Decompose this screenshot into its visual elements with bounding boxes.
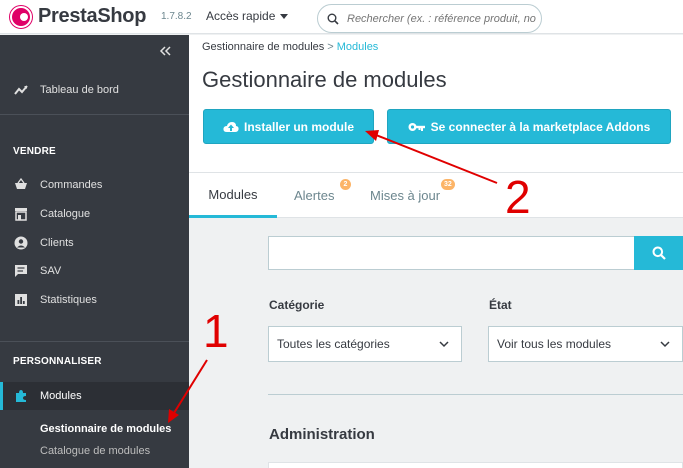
module-search-input[interactable]	[268, 236, 634, 270]
section-sell: VENDRE	[13, 146, 56, 157]
version-label: 1.7.8.2	[161, 11, 192, 22]
trending-up-icon	[14, 85, 28, 95]
sidebar-item-customers[interactable]: Clients	[0, 231, 189, 255]
module-search-button[interactable]	[634, 236, 683, 270]
sidebar-item-modules[interactable]: Modules	[0, 382, 189, 410]
search-icon	[652, 246, 666, 260]
updates-count-badge: 32	[441, 179, 455, 190]
logo[interactable]: PrestaShop	[10, 5, 146, 28]
state-select-value: Voir tous les modules	[497, 337, 612, 351]
app-window: PrestaShop 1.7.8.2 Accès rapide Tableau …	[0, 0, 683, 468]
category-select-value: Toutes les catégories	[277, 337, 390, 351]
quick-access-label: Accès rapide	[206, 9, 276, 23]
sidebar-item-orders[interactable]: Commandes	[0, 173, 189, 197]
state-select[interactable]: Voir tous les modules	[488, 326, 683, 362]
tab-modules[interactable]: Modules	[189, 173, 277, 218]
cart-icon	[15, 178, 27, 189]
category-label: Catégorie	[269, 298, 325, 312]
sidebar-subitem-module-manager[interactable]: Gestionnaire de modules	[40, 423, 171, 435]
breadcrumb: Gestionnaire de modules > Modules	[202, 41, 378, 53]
sidebar-item-stats[interactable]: Statistiques	[0, 288, 189, 312]
connect-addons-button[interactable]: Se connecter à la marketplace Addons	[387, 109, 671, 144]
sidebar-item-sav[interactable]: SAV	[0, 259, 189, 283]
puzzle-icon	[16, 390, 26, 402]
sidebar-item-label: Clients	[40, 237, 74, 249]
install-module-button[interactable]: Installer un module	[203, 109, 374, 144]
tab-label: Modules	[208, 186, 258, 202]
tab-alerts[interactable]: Alertes 2	[294, 173, 351, 218]
chevron-down-icon	[439, 341, 449, 348]
user-icon	[14, 236, 28, 250]
search-input[interactable]	[347, 12, 537, 25]
tabs-bar: Modules Alertes 2 Mises à jour 32	[189, 172, 683, 218]
key-icon	[408, 122, 425, 131]
connect-addons-label: Se connecter à la marketplace Addons	[430, 119, 651, 134]
section-title-administration: Administration	[269, 426, 375, 443]
tab-label: Alertes	[294, 188, 335, 203]
alerts-count-badge: 2	[340, 179, 351, 190]
prestashop-logo-icon	[10, 5, 32, 28]
state-label: État	[489, 298, 512, 312]
sidebar-item-label: Statistiques	[40, 294, 97, 306]
breadcrumb-separator: >	[327, 41, 334, 53]
sidebar-item-label: Commandes	[40, 179, 103, 191]
top-bar: PrestaShop 1.7.8.2 Accès rapide	[0, 0, 683, 34]
collapse-menu-icon[interactable]	[158, 45, 172, 57]
category-select[interactable]: Toutes les catégories	[268, 326, 462, 362]
sidebar-item-dashboard[interactable]: Tableau de bord	[0, 78, 189, 102]
page-header: Gestionnaire de modules > Modules Gestionn…	[189, 35, 683, 172]
sidebar-subitem-module-catalog[interactable]: Catalogue de modules	[40, 445, 150, 457]
search-box[interactable]	[317, 4, 542, 33]
tab-updates[interactable]: Mises à jour 32	[370, 173, 455, 218]
module-card	[268, 462, 683, 468]
divider	[0, 114, 189, 115]
sidebar-item-label: Modules	[40, 390, 82, 402]
divider	[0, 341, 189, 342]
breadcrumb-parent[interactable]: Gestionnaire de modules	[202, 41, 324, 53]
chevron-down-icon	[660, 341, 670, 348]
breadcrumb-current[interactable]: Modules	[337, 41, 379, 53]
chart-icon	[15, 294, 27, 306]
sidebar-item-label: Catalogue	[40, 208, 91, 220]
cloud-upload-icon	[223, 121, 239, 132]
tab-label: Mises à jour	[370, 188, 441, 203]
chat-icon	[15, 265, 27, 277]
section-customize: PERSONNALISER	[13, 356, 102, 367]
quick-access-dropdown[interactable]: Accès rapide	[206, 9, 289, 23]
store-icon	[15, 208, 27, 221]
search-icon	[327, 13, 339, 25]
annotation-number-1: 1	[203, 305, 229, 357]
sidebar-item-label: SAV	[40, 265, 62, 277]
sidebar-item-label: Tableau de bord	[40, 84, 119, 96]
brand-name: PrestaShop	[38, 5, 147, 27]
caret-down-icon	[280, 13, 289, 19]
sidebar-item-catalog[interactable]: Catalogue	[0, 202, 189, 226]
annotation-number-2: 2	[505, 171, 531, 223]
install-module-label: Installer un module	[243, 119, 354, 134]
divider	[268, 394, 683, 395]
page-title: Gestionnaire de modules	[202, 67, 447, 92]
sidebar: Tableau de bord VENDRE Commandes Catalog…	[0, 35, 189, 468]
